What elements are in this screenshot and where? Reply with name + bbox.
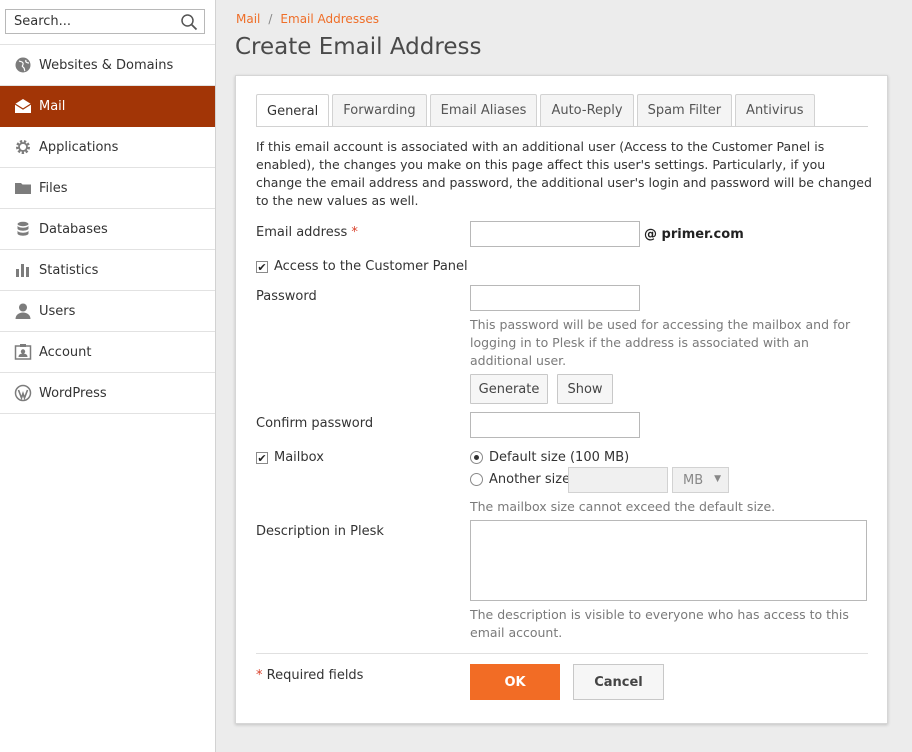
breadcrumb-link-mail[interactable]: Mail xyxy=(236,12,260,26)
description-label: Description in Plesk xyxy=(256,524,384,539)
tab-auto-reply[interactable]: Auto-Reply xyxy=(540,94,634,126)
sidebar-item-label: Mail xyxy=(39,98,66,114)
sidebar-item-label: Applications xyxy=(39,139,119,155)
required-fields-note: * Required fields xyxy=(256,668,363,683)
password-input[interactable] xyxy=(470,285,640,311)
tab-bar: General Forwarding Email Aliases Auto-Re… xyxy=(256,94,818,127)
email-address-label-text: Email address xyxy=(256,225,348,240)
search-input[interactable] xyxy=(6,10,166,33)
sidebar-item-wordpress[interactable]: WordPress xyxy=(0,373,215,414)
mailbox-hint: The mailbox size cannot exceed the defau… xyxy=(470,499,776,514)
email-address-label: Email address * xyxy=(256,225,358,240)
default-size-label: Default size (100 MB) xyxy=(489,450,630,465)
sidebar-item-applications[interactable]: Applications xyxy=(0,127,215,168)
sidebar-item-label: Files xyxy=(39,180,68,196)
size-unit-value: MB xyxy=(683,472,704,488)
sidebar: Websites & Domains Mail Applications Fil… xyxy=(0,0,216,752)
default-size-radio[interactable] xyxy=(470,451,483,464)
another-size-input[interactable] xyxy=(568,467,668,493)
tab-antivirus[interactable]: Antivirus xyxy=(735,94,815,126)
search-box[interactable] xyxy=(5,9,205,34)
bar-chart-icon xyxy=(14,261,32,279)
show-password-button[interactable]: Show xyxy=(557,374,613,404)
tab-forwarding[interactable]: Forwarding xyxy=(332,94,427,126)
sidebar-item-label: WordPress xyxy=(39,385,107,401)
sidebar-item-users[interactable]: Users xyxy=(0,291,215,332)
folder-icon xyxy=(14,179,32,197)
sidebar-item-mail[interactable]: Mail xyxy=(0,86,215,127)
sidebar-item-account[interactable]: Account xyxy=(0,332,215,373)
description-hint: The description is visible to everyone w… xyxy=(470,607,849,640)
sidebar-item-label: Account xyxy=(39,344,92,360)
tab-spam-filter[interactable]: Spam Filter xyxy=(636,94,733,126)
checkmark-icon: ✔ xyxy=(257,260,267,274)
globe-icon xyxy=(14,56,32,74)
sidebar-item-websites-domains[interactable]: Websites & Domains xyxy=(0,45,215,86)
sidebar-item-files[interactable]: Files xyxy=(0,168,215,209)
password-label: Password xyxy=(256,289,317,304)
user-icon xyxy=(14,302,32,320)
footer-divider xyxy=(256,653,868,654)
wordpress-icon xyxy=(14,384,32,402)
size-unit-select[interactable]: MB ▼ xyxy=(672,467,729,493)
gear-icon xyxy=(14,138,32,156)
breadcrumb-link-email-addresses[interactable]: Email Addresses xyxy=(280,12,379,26)
envelope-icon xyxy=(14,97,32,115)
search-icon[interactable] xyxy=(180,13,198,31)
sidebar-item-label: Websites & Domains xyxy=(39,57,174,73)
email-domain: @ primer.com xyxy=(644,227,744,242)
mailbox-label: Mailbox xyxy=(274,450,324,465)
required-fields-text: Required fields xyxy=(266,668,364,683)
generate-button[interactable]: Generate xyxy=(470,374,548,404)
sidebar-item-label: Users xyxy=(39,303,76,319)
another-size-radio[interactable] xyxy=(470,473,483,486)
confirm-password-input[interactable] xyxy=(470,412,640,438)
required-mark: * xyxy=(256,668,263,683)
mailbox-checkbox[interactable]: ✔ xyxy=(256,452,268,464)
another-size-label: Another size xyxy=(489,472,571,487)
password-hint: This password will be used for accessing… xyxy=(470,317,851,368)
checkmark-icon: ✔ xyxy=(257,451,267,465)
required-mark: * xyxy=(351,225,358,240)
database-icon xyxy=(14,220,32,238)
tab-email-aliases[interactable]: Email Aliases xyxy=(429,94,538,126)
sidebar-item-statistics[interactable]: Statistics xyxy=(0,250,215,291)
customer-panel-checkbox[interactable]: ✔ xyxy=(256,261,268,273)
confirm-password-label: Confirm password xyxy=(256,416,374,431)
customer-panel-label: Access to the Customer Panel xyxy=(274,259,468,274)
chevron-down-icon: ▼ xyxy=(714,474,721,484)
page-title: Create Email Address xyxy=(235,34,482,60)
description-textarea[interactable] xyxy=(470,520,867,601)
cancel-button[interactable]: Cancel xyxy=(573,664,664,700)
breadcrumb: Mail / Email Addresses xyxy=(236,12,379,26)
email-address-input[interactable] xyxy=(470,221,640,247)
sidebar-item-label: Databases xyxy=(39,221,108,237)
tab-divider xyxy=(256,126,868,127)
sidebar-nav: Websites & Domains Mail Applications Fil… xyxy=(0,44,215,414)
sidebar-item-databases[interactable]: Databases xyxy=(0,209,215,250)
sidebar-item-label: Statistics xyxy=(39,262,99,278)
ok-button[interactable]: OK xyxy=(470,664,560,700)
tab-general[interactable]: General xyxy=(256,94,330,127)
breadcrumb-separator: / xyxy=(268,12,273,26)
form-panel: General Forwarding Email Aliases Auto-Re… xyxy=(235,75,888,724)
intro-text: If this email account is associated with… xyxy=(256,139,872,208)
id-card-icon xyxy=(14,343,32,361)
